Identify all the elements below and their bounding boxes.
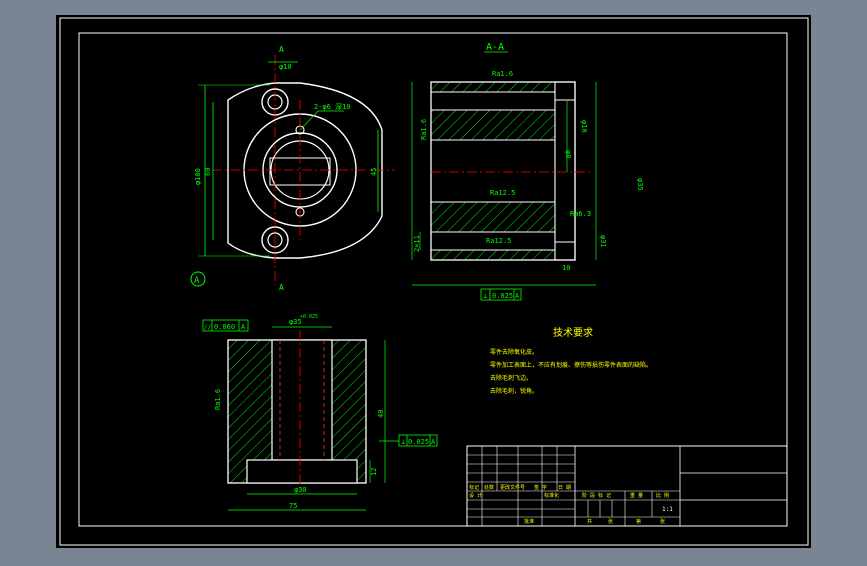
tech-req-item-1: 零件去除氧化皮。	[490, 348, 538, 356]
svg-text:标准化: 标准化	[544, 492, 559, 499]
section-mark-bottom: A	[279, 283, 284, 292]
svg-text:重 量: 重 量	[630, 492, 643, 499]
section-title: A-A	[486, 42, 504, 53]
svg-text:共: 共	[587, 518, 592, 525]
svg-text:⊥: ⊥	[401, 438, 405, 446]
svg-text:签 字: 签 字	[534, 484, 547, 491]
rough-lower: Ra12.5	[486, 237, 511, 245]
dim-height: 40	[377, 410, 385, 418]
dim-inner-width: φ30	[294, 486, 307, 494]
svg-text://: //	[204, 324, 212, 331]
svg-text:⊥: ⊥	[483, 292, 487, 300]
dim-step: 12	[370, 468, 378, 476]
svg-text:张: 张	[660, 518, 665, 525]
rough-left: Ra1.6	[420, 119, 428, 140]
svg-text:第: 第	[636, 518, 641, 525]
svg-text:比 例: 比 例	[656, 492, 669, 499]
svg-text:0.025: 0.025	[492, 292, 513, 300]
datum-circle-label: A	[194, 276, 200, 286]
bottom-bore	[271, 339, 333, 461]
svg-text:阶 段 标 记: 阶 段 标 记	[582, 492, 611, 499]
svg-text:设 计: 设 计	[469, 492, 482, 499]
tech-req-item-2: 零件加工表面上，不应有划痕、擦伤等损伤零件表面的缺陷。	[490, 361, 652, 369]
svg-text:日 期: 日 期	[558, 485, 571, 491]
hatch-upper-wall	[430, 109, 556, 141]
dim-right-lower: φ31	[599, 235, 607, 248]
svg-text:0.060: 0.060	[214, 323, 235, 331]
dim-left-bottom: 2×11	[413, 235, 421, 252]
dim-far-right: φ35	[636, 178, 644, 191]
dim-right-mid: φ8	[564, 150, 572, 158]
rough-top: Ra1.6	[492, 70, 513, 78]
bottom-step	[246, 459, 358, 484]
dim-overall-height: φ100	[194, 168, 202, 185]
hatch-lower-wall	[430, 201, 556, 233]
svg-text:张: 张	[608, 518, 613, 525]
drawing-sheet	[56, 15, 811, 548]
rough-right: Ra6.3	[570, 210, 591, 218]
dim-hole-spacing: 60	[204, 168, 212, 176]
dim-side: 45	[370, 168, 378, 176]
dim-bolt-note: 2-φ6 深10	[314, 102, 351, 111]
svg-text:更改文件号: 更改文件号	[500, 484, 525, 491]
tech-req-title: 技术要求	[553, 326, 593, 339]
section-mark-top: A	[279, 45, 284, 54]
rough-mid: Ra12.5	[490, 189, 515, 197]
dim-outer-width: 75	[289, 502, 297, 510]
rough-left-bottom: Ra1.6	[214, 389, 222, 410]
dim-right-upper: φ10	[580, 120, 588, 133]
hatch-bottom	[430, 249, 556, 261]
cad-viewport: φ100 60 45 φ10 2-φ6 深10 A A A A-A Ra1.6 …	[0, 0, 867, 562]
svg-text:0.025: 0.025	[408, 438, 429, 446]
svg-text:批准: 批准	[524, 518, 534, 525]
tech-req-item-4: 去除毛刺，锐角。	[490, 387, 538, 395]
dim-bore-tol: +0.025	[300, 314, 318, 320]
dim-small-top: φ10	[279, 63, 292, 71]
drawing-canvas: φ100 60 45 φ10 2-φ6 深10 A A A A-A Ra1.6 …	[56, 15, 811, 548]
dim-bottom-right: 10	[562, 264, 570, 272]
svg-text:处数: 处数	[484, 484, 494, 491]
tech-req-item-3: 去除毛刺飞边。	[490, 374, 532, 382]
svg-text:标记: 标记	[469, 484, 479, 491]
hatch-top	[430, 81, 556, 93]
scale-value: 1:1	[662, 506, 673, 513]
